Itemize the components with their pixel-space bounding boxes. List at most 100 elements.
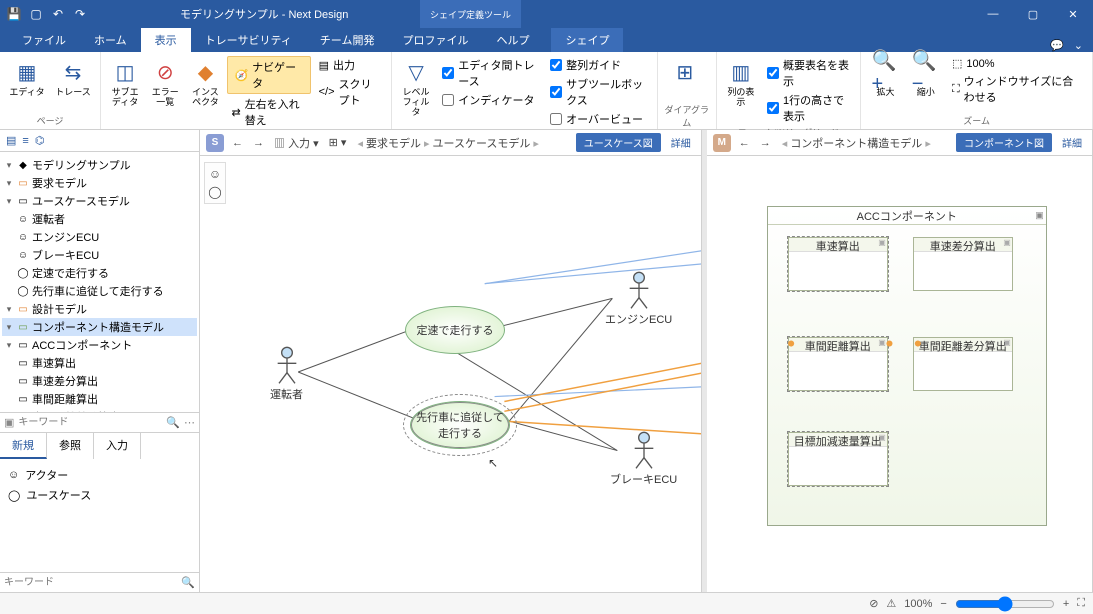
block-b4[interactable]: 車間距離差分算出▣ xyxy=(913,337,1013,391)
tree-uc1[interactable]: ◯定速で走行する xyxy=(2,264,197,282)
block-b5[interactable]: 目標加減速量算出▣ xyxy=(788,432,888,486)
block-b1[interactable]: 車速算出▣ xyxy=(788,237,888,291)
tree-usecase-model[interactable]: ▾▭ユースケースモデル xyxy=(2,192,197,210)
diagram-type-badge[interactable]: ユースケース図 xyxy=(576,133,661,152)
close-icon[interactable]: ✕ xyxy=(1053,0,1093,28)
actor-driver[interactable]: 運転者 xyxy=(270,346,303,402)
component-canvas[interactable]: ACCコンポーネント▣ 車速算出▣ 車速差分算出▣ 車間距離算出▣ 車間距離差分… xyxy=(707,156,1092,592)
sidetab-model-icon[interactable]: ▤ xyxy=(4,132,18,149)
tab-team[interactable]: チーム開発 xyxy=(306,28,389,52)
block-b3[interactable]: 車間距離算出▣ xyxy=(788,337,888,391)
save-icon[interactable]: 💾 xyxy=(6,6,22,22)
collapse-ribbon-icon[interactable]: ⌄ xyxy=(1074,39,1083,52)
script-button[interactable]: </>スクリプト xyxy=(315,75,385,109)
tab-help[interactable]: ヘルプ xyxy=(482,28,543,52)
tree-driver[interactable]: ☺運転者 xyxy=(2,210,197,228)
zoom-slider[interactable] xyxy=(955,596,1055,612)
editor-page-button[interactable]: ▦エディタ xyxy=(6,54,48,102)
swap-lr-button[interactable]: ⇄左右を入れ替え xyxy=(227,95,310,129)
filter-icon[interactable]: ▣ xyxy=(4,416,14,429)
layout-dropdown[interactable]: ⊞ ▾ xyxy=(327,134,349,151)
acc-component[interactable]: ACCコンポーネント▣ 車速算出▣ 車速差分算出▣ 車間距離算出▣ 車間距離差分… xyxy=(767,206,1047,526)
tree-c1[interactable]: ▭車速算出 xyxy=(2,354,197,372)
diagram-button[interactable]: ⊞ xyxy=(664,54,706,102)
palette-actor-icon[interactable]: ☺ xyxy=(205,167,225,181)
maximize-icon[interactable]: ▢ xyxy=(1013,0,1053,28)
block-b2[interactable]: 車速差分算出▣ xyxy=(913,237,1013,291)
actor-engine[interactable]: エンジンECU xyxy=(605,271,672,327)
minimize-icon[interactable]: — xyxy=(973,0,1013,28)
create-usecase[interactable]: ◯ユースケース xyxy=(6,485,193,505)
zoom-in-button[interactable]: 🔍+拡大 xyxy=(867,54,903,102)
fit-window-status[interactable]: ⛶ xyxy=(1077,597,1085,610)
chk-show-summary-name[interactable]: 概要表名を表示 xyxy=(763,56,854,90)
chk-subtoolbox[interactable]: サブツールボックス xyxy=(546,75,651,109)
tree-brake[interactable]: ☺ブレーキECU xyxy=(2,246,197,264)
usecase-canvas[interactable]: ☺ ◯ xyxy=(200,156,701,592)
back-icon[interactable]: ← xyxy=(737,135,752,151)
errors-button[interactable]: ⊘エラー一覧 xyxy=(147,54,183,112)
search-icon[interactable]: 🔍 xyxy=(181,576,195,589)
zoom-fit[interactable]: ⛶ウィンドウサイズに合わせる xyxy=(948,72,1086,106)
bottom-search-input[interactable] xyxy=(4,577,177,588)
output-button[interactable]: ▤出力 xyxy=(315,56,385,74)
breadcrumb[interactable]: ◂要求モデル▸ユースケースモデル▸ xyxy=(354,135,542,151)
create-actor[interactable]: ☺アクター xyxy=(6,465,193,485)
breadcrumb-right[interactable]: ◂コンポーネント構造モデル▸ xyxy=(779,135,934,151)
trace-page-button[interactable]: ⇆トレース xyxy=(52,54,94,102)
forward-icon[interactable]: → xyxy=(251,135,266,151)
sidetab-hierarchy-icon[interactable]: ⌬ xyxy=(33,132,47,149)
usecase-1[interactable]: 定速で走行する xyxy=(405,306,505,354)
tab-file[interactable]: ファイル xyxy=(8,28,80,52)
actor-brake[interactable]: ブレーキECU xyxy=(610,431,677,487)
tree-root[interactable]: ▾◆モデリングサンプル xyxy=(2,156,197,174)
chk-single-row-height[interactable]: 1行の高さで表示 xyxy=(763,91,854,125)
status-warn-icon[interactable]: ⚠ xyxy=(886,597,896,610)
forward-icon[interactable]: → xyxy=(758,135,773,151)
sidetab-project-icon[interactable]: ≡ xyxy=(20,133,30,149)
lowertab-input[interactable]: 入力 xyxy=(94,433,141,459)
level-filter-button[interactable]: ▽レベルフィルタ xyxy=(398,54,434,122)
status-error-icon[interactable]: ⊘ xyxy=(869,597,878,610)
tree-design-model[interactable]: ▾▭設計モデル xyxy=(2,300,197,318)
tab-trace[interactable]: トレーサビリティ xyxy=(191,28,306,52)
tree-uc2[interactable]: ◯先行車に追従して走行する xyxy=(2,282,197,300)
new-icon[interactable]: ▢ xyxy=(28,6,44,22)
inspector-button[interactable]: ◆インスペクタ xyxy=(187,54,223,112)
subeditor-button[interactable]: ◫サブエディタ xyxy=(107,54,143,112)
detail-link[interactable]: 詳細 xyxy=(667,135,695,150)
search-options-icon[interactable]: ⋯ xyxy=(184,416,195,429)
tree-search-input[interactable] xyxy=(18,417,162,428)
lowertab-ref[interactable]: 参照 xyxy=(47,433,94,459)
chk-indicator[interactable]: インディケータ xyxy=(438,91,542,109)
tree-acc[interactable]: ▾▭ACCコンポーネント xyxy=(2,336,197,354)
zoom-in-status[interactable]: + xyxy=(1063,598,1069,610)
column-view-button[interactable]: ▥列の表示 xyxy=(723,54,759,112)
input-dropdown[interactable]: ▥ 入力 ▾ xyxy=(272,133,321,153)
diagram-type-badge-right[interactable]: コンポーネント図 xyxy=(956,133,1052,152)
tree-req-model[interactable]: ▾▭要求モデル xyxy=(2,174,197,192)
usecase-2[interactable]: 先行車に追従して走行する xyxy=(410,401,510,449)
undo-icon[interactable]: ↶ xyxy=(50,6,66,22)
tree-component-model[interactable]: ▾▭コンポーネント構造モデル xyxy=(2,318,197,336)
redo-icon[interactable]: ↷ xyxy=(72,6,88,22)
tree-c2[interactable]: ▭車速差分算出 xyxy=(2,372,197,390)
tab-shape[interactable]: シェイプ xyxy=(551,28,623,52)
zoom-out-status[interactable]: − xyxy=(940,598,946,610)
feedback-icon[interactable]: 💬 xyxy=(1050,39,1064,52)
chk-overview[interactable]: オーバービュー xyxy=(546,110,651,128)
model-tree[interactable]: ▾◆モデリングサンプル ▾▭要求モデル ▾▭ユースケースモデル ☺運転者 ☺エン… xyxy=(0,152,199,412)
zoom-out-button[interactable]: 🔍−縮小 xyxy=(908,54,944,102)
palette-oval-icon[interactable]: ◯ xyxy=(205,185,225,199)
chk-align-guide[interactable]: 整列ガイド xyxy=(546,56,651,74)
navigator-button[interactable]: 🧭ナビゲータ xyxy=(227,56,310,94)
search-icon[interactable]: 🔍 xyxy=(166,416,180,429)
tab-profile[interactable]: プロファイル xyxy=(388,28,482,52)
tab-view[interactable]: 表示 xyxy=(141,28,191,52)
lowertab-new[interactable]: 新規 xyxy=(0,433,47,459)
chk-editor-trace[interactable]: エディタ間トレース xyxy=(438,56,542,90)
detail-link-right[interactable]: 詳細 xyxy=(1058,135,1086,150)
tree-c3[interactable]: ▭車間距離算出 xyxy=(2,390,197,408)
tab-home[interactable]: ホーム xyxy=(80,28,141,52)
tree-engine[interactable]: ☺エンジンECU xyxy=(2,228,197,246)
